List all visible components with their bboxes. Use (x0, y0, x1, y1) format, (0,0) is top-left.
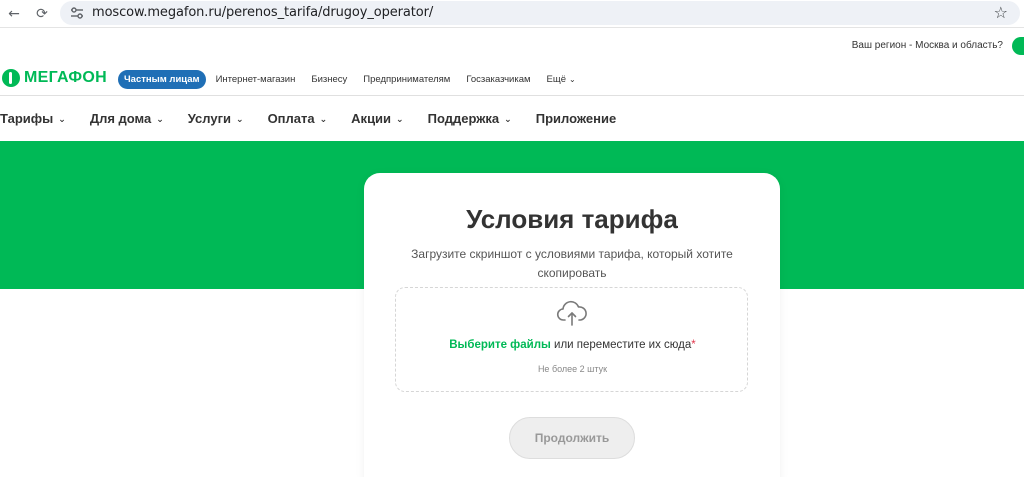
segment-links: Частным лицам Интернет-магазин Бизнесу П… (118, 69, 592, 89)
logo-text: МЕГАФОН (24, 69, 107, 86)
chevron-down-icon: ⌄ (236, 115, 244, 125)
top-navigation: МЕГАФОН Частным лицам Интернет-магазин Б… (0, 62, 1024, 96)
site-settings-icon[interactable] (70, 6, 84, 20)
nav-app[interactable]: Приложение (536, 111, 616, 126)
region-confirm-button[interactable] (1012, 37, 1024, 55)
tariff-conditions-card: Условия тарифа Загрузите скриншот с усло… (364, 173, 780, 477)
chevron-down-icon: ⌄ (319, 115, 328, 125)
address-bar[interactable]: moscow.megafon.ru/perenos_tarifa/drugoy_… (60, 1, 1020, 25)
segment-more-label: Ещё (546, 73, 566, 85)
dropzone-text: Выберите файлы или переместите их сюда* (396, 339, 749, 351)
megafon-logo[interactable]: МЕГАФОН (2, 68, 107, 88)
segment-business[interactable]: Бизнесу (311, 74, 347, 85)
bookmark-star-icon[interactable]: ☆ (994, 3, 1008, 22)
chevron-down-icon: ⌄ (58, 115, 66, 125)
logo-icon (2, 69, 20, 87)
back-icon[interactable]: ← (4, 4, 24, 24)
nav-home[interactable]: Для дома ⌄ (90, 111, 164, 126)
segment-more[interactable]: Ещё ⌄ (547, 74, 576, 85)
region-bar: Ваш регион - Москва и область? (0, 30, 1024, 60)
chevron-down-icon: ⌄ (156, 115, 164, 125)
nav-tariffs[interactable]: Тарифы ⌄ (0, 111, 66, 126)
file-limit-hint: Не более 2 штук (537, 364, 608, 374)
required-mark: * (691, 339, 696, 351)
chevron-down-icon: ⌄ (568, 74, 576, 84)
continue-button[interactable]: Продолжить (509, 417, 635, 459)
segment-government[interactable]: Госзаказчикам (466, 74, 530, 85)
url-text[interactable]: moscow.megafon.ru/perenos_tarifa/drugoy_… (92, 5, 433, 20)
choose-files-link[interactable]: Выберите файлы (449, 339, 551, 351)
segment-shop[interactable]: Интернет-магазин (216, 74, 296, 85)
chevron-down-icon: ⌄ (396, 115, 404, 125)
nav-payment-label: Оплата (267, 111, 315, 126)
nav-promotions-label: Акции (351, 111, 392, 126)
reload-icon[interactable]: ⟳ (32, 4, 52, 24)
card-subtitle: Загрузите скриншот с условиями тарифа, к… (411, 247, 733, 280)
main-navigation: Тарифы ⌄ Для дома ⌄ Услуги ⌄ Оплата ⌄ Акции ⌄… (0, 97, 1024, 141)
nav-promotions[interactable]: Акции ⌄ (351, 111, 403, 126)
nav-services[interactable]: Услуги ⌄ (188, 111, 244, 126)
segment-entrepreneurs[interactable]: Предпринимателям (363, 74, 450, 85)
nav-payment[interactable]: Оплата ⌄ (268, 111, 328, 126)
nav-tariffs-label: Тарифы (0, 111, 54, 126)
page-title: Условия тарифа (466, 204, 678, 234)
nav-support-label: Поддержка (427, 111, 500, 126)
file-dropzone[interactable]: Выберите файлы или переместите их сюда* … (395, 287, 748, 392)
nav-services-label: Услуги (187, 111, 232, 126)
segment-private[interactable]: Частным лицам (118, 69, 206, 89)
chevron-down-icon: ⌄ (504, 115, 512, 125)
nav-support[interactable]: Поддержка ⌄ (428, 111, 512, 126)
drop-text: или переместите их сюда (550, 339, 692, 351)
cloud-upload-icon (556, 300, 587, 326)
nav-home-label: Для дома (89, 111, 152, 126)
browser-toolbar: ← ⟳ moscow.megafon.ru/perenos_tarifa/dru… (0, 0, 1024, 28)
region-question[interactable]: Ваш регион - Москва и область? (852, 40, 1003, 51)
